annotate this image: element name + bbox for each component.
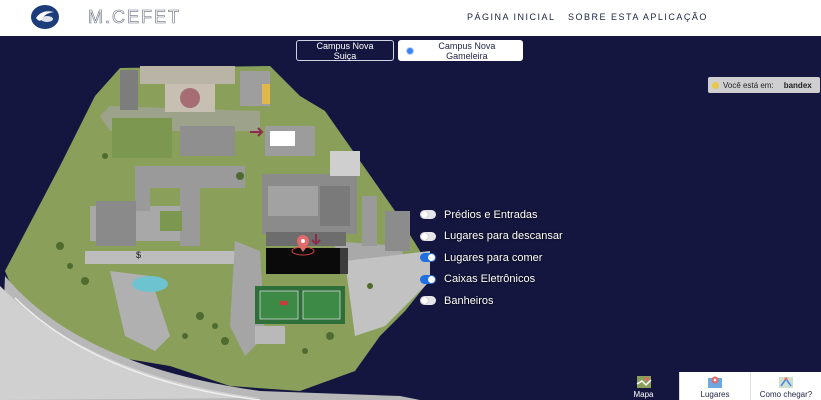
- cefet-logo-icon[interactable]: [30, 4, 60, 30]
- directions-icon: [779, 377, 793, 388]
- map-area: $ Campus Nova Suiça Campus Nova Gameleir…: [0, 36, 821, 400]
- nav-home-link[interactable]: PÁGINA INICIAL: [467, 12, 556, 22]
- filter-atms[interactable]: Caixas Eletrônicos: [420, 269, 563, 291]
- svg-text:$: $: [136, 250, 141, 260]
- filter-bathrooms[interactable]: Banheiros: [420, 290, 563, 312]
- tab-directions[interactable]: Como chegar?: [750, 372, 821, 400]
- campus-nova-gameleira-label: Campus Nova Gameleira: [438, 40, 496, 61]
- filter-rest-places[interactable]: Lugares para descansar: [420, 226, 563, 248]
- toggle-switch-icon[interactable]: [420, 274, 436, 284]
- filter-label: Lugares para descansar: [444, 230, 563, 243]
- tab-places-label: Lugares: [700, 390, 730, 399]
- tab-directions-label: Como chegar?: [759, 390, 813, 399]
- filter-buildings[interactable]: Prédios e Entradas: [420, 204, 563, 226]
- nav-about-link[interactable]: SOBRE ESTA APLICAÇÃO: [568, 12, 708, 22]
- filter-label: Lugares para comer: [444, 251, 543, 264]
- campus-map[interactable]: $: [0, 36, 821, 400]
- filter-eating-places[interactable]: Lugares para comer: [420, 247, 563, 269]
- filter-label: Banheiros: [444, 294, 494, 307]
- map-icon: [636, 376, 652, 388]
- campus-nova-gameleira-button[interactable]: Campus Nova Gameleira: [398, 40, 523, 61]
- selected-radio-icon: [406, 46, 414, 55]
- top-navbar: M.CEFET PÁGINA INICIAL SOBRE ESTA APLICA…: [0, 0, 821, 36]
- location-dot-icon: [712, 81, 719, 89]
- toggle-switch-icon[interactable]: [420, 253, 436, 263]
- bottom-tab-bar: Mapa Lugares Como chegar?: [608, 372, 821, 400]
- tab-map[interactable]: Mapa: [608, 372, 679, 400]
- campus-nova-suica-button[interactable]: Campus Nova Suiça: [296, 40, 394, 61]
- location-value: bandex: [783, 80, 812, 90]
- brand-name[interactable]: M.CEFET: [88, 7, 181, 28]
- filter-label: Caixas Eletrônicos: [444, 273, 536, 286]
- toggle-switch-icon[interactable]: [420, 296, 436, 306]
- toggle-switch-icon[interactable]: [420, 210, 436, 220]
- tab-map-label: Mapa: [633, 390, 654, 399]
- filter-label: Prédios e Entradas: [444, 208, 538, 221]
- current-location-badge: Você está em: bandex: [708, 77, 820, 93]
- tab-places[interactable]: Lugares: [679, 372, 750, 400]
- location-label: Você está em:: [723, 80, 774, 90]
- toggle-switch-icon[interactable]: [420, 231, 436, 241]
- map-filters: Prédios e Entradas Lugares para descansa…: [420, 204, 563, 312]
- places-icon: [708, 376, 722, 388]
